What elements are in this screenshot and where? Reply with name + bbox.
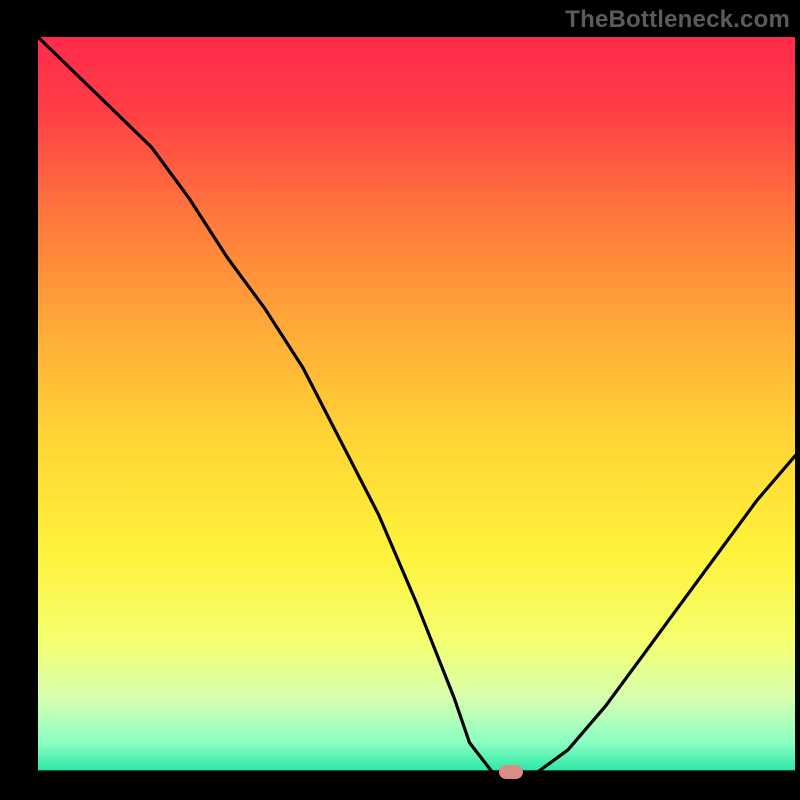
chart-svg bbox=[0, 0, 800, 800]
watermark-text: TheBottleneck.com bbox=[565, 6, 790, 34]
chart-root: TheBottleneck.com bbox=[0, 0, 800, 800]
minimum-marker bbox=[499, 765, 523, 779]
